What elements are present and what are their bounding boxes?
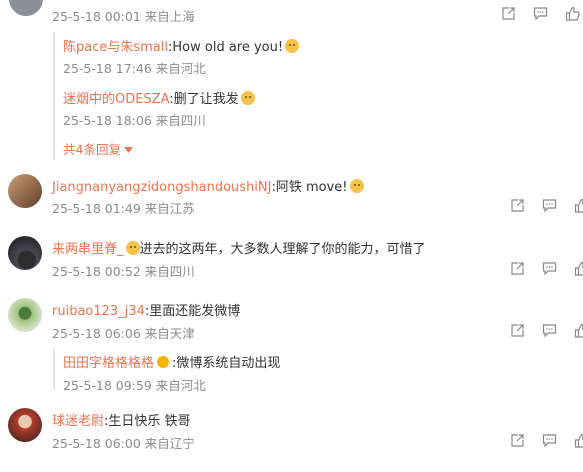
like-icon[interactable] bbox=[574, 433, 583, 448]
comment-time: 25-5-18 00:01 来自上海 bbox=[52, 9, 195, 24]
comment-time: 25-5-18 01:49 来自江苏 bbox=[52, 201, 195, 216]
reply-item: 迷烟中的ODESZA:删了让我发 bbox=[63, 88, 255, 107]
comment-item: ruibao123_j34:里面还能发微博 bbox=[52, 300, 240, 319]
comment-icon[interactable] bbox=[542, 323, 557, 338]
reply-username[interactable]: 迷烟中的ODESZA bbox=[63, 92, 169, 107]
comment-icon[interactable] bbox=[533, 6, 548, 21]
reply-text: :How old are you! bbox=[168, 40, 284, 55]
like-icon[interactable] bbox=[574, 198, 583, 213]
chevron-down-icon bbox=[123, 147, 133, 153]
avatar[interactable] bbox=[8, 408, 42, 442]
emoji-icon bbox=[125, 241, 140, 255]
more-replies-link[interactable]: 共4条回复 bbox=[63, 139, 133, 158]
like-icon[interactable] bbox=[574, 323, 583, 338]
comment-item: 来两串里脊_ 进去的这两年，大多数人理解了你的能力，可惜了 bbox=[52, 238, 426, 257]
comment-time: 25-5-18 06:06 来自天津 bbox=[52, 326, 195, 341]
comment-icon[interactable] bbox=[542, 261, 557, 276]
avatar[interactable] bbox=[9, 0, 43, 16]
comment-actions bbox=[510, 323, 583, 338]
share-icon[interactable] bbox=[510, 433, 525, 448]
like-icon[interactable] bbox=[574, 261, 583, 276]
comment-item: JiangnanyangzidongshandoushiNJ:阿铁 move! bbox=[52, 176, 364, 195]
comment-actions bbox=[510, 433, 583, 448]
comment-item: 球迷老尉:生日快乐 铁哥 bbox=[52, 410, 191, 429]
comment-username[interactable]: JiangnanyangzidongshandoushiNJ bbox=[52, 180, 271, 195]
share-icon[interactable] bbox=[510, 261, 525, 276]
comment-icon[interactable] bbox=[542, 433, 557, 448]
like-icon[interactable] bbox=[565, 6, 580, 21]
comment-text: 进去的这两年，大多数人理解了你的能力，可惜了 bbox=[139, 242, 426, 257]
reply-time: 25-5-18 17:46 来自河北 bbox=[63, 61, 206, 76]
avatar[interactable] bbox=[8, 236, 42, 270]
reply-divider bbox=[53, 348, 55, 390]
comment-actions bbox=[501, 6, 580, 21]
reply-item: 陈pace与朱small:How old are you! bbox=[63, 36, 300, 55]
avatar[interactable] bbox=[8, 174, 42, 208]
comment-username[interactable]: 球迷老尉 bbox=[52, 414, 104, 429]
reply-text: :删了让我发 bbox=[169, 92, 239, 107]
comment-actions bbox=[510, 198, 583, 213]
reply-username[interactable]: 田田字格格格格 bbox=[63, 356, 154, 371]
emoji-icon bbox=[240, 91, 255, 105]
avatar[interactable] bbox=[8, 298, 42, 332]
share-icon[interactable] bbox=[510, 198, 525, 213]
reply-time: 25-5-18 18:06 来自四川 bbox=[63, 113, 206, 128]
verified-badge-icon bbox=[157, 356, 170, 368]
comment-icon[interactable] bbox=[542, 198, 557, 213]
reply-time: 25-5-18 09:59 来自河北 bbox=[63, 378, 206, 393]
reply-text: :微博系统自动出现 bbox=[172, 356, 281, 371]
reply-username[interactable]: 陈pace与朱small bbox=[63, 40, 168, 55]
reply-divider bbox=[53, 32, 55, 160]
emoji-icon bbox=[349, 179, 364, 193]
emoji-icon bbox=[285, 39, 300, 53]
comment-text: :生日快乐 铁哥 bbox=[104, 414, 191, 429]
reply-item: 田田字格格格格 :微博系统自动出现 bbox=[63, 352, 280, 371]
share-icon[interactable] bbox=[510, 323, 525, 338]
comment-actions bbox=[510, 261, 583, 276]
comment-username[interactable]: ruibao123_j34 bbox=[52, 304, 145, 319]
share-icon[interactable] bbox=[501, 6, 516, 21]
comment-time: 25-5-18 06:00 来自辽宁 bbox=[52, 436, 195, 451]
comment-time: 25-5-18 00:52 来自四川 bbox=[52, 264, 195, 279]
comment-username[interactable]: 来两串里脊_ bbox=[52, 242, 124, 257]
comment-text: :阿铁 move! bbox=[271, 180, 348, 195]
comment-text: :里面还能发微博 bbox=[144, 304, 241, 319]
